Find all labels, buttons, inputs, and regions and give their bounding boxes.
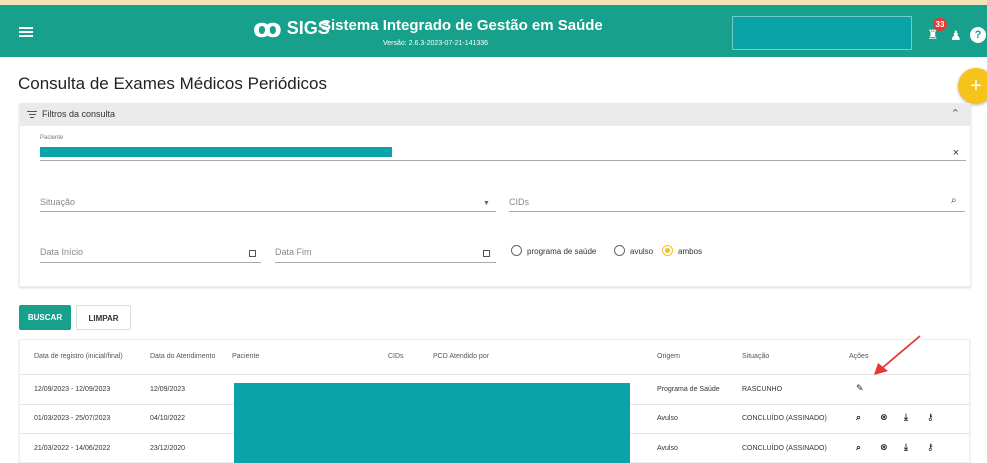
key-icon[interactable]: ⚷ bbox=[927, 412, 934, 423]
cids-underline bbox=[509, 211, 965, 212]
redacted-user-info bbox=[732, 16, 912, 50]
search-icon[interactable]: ⌕ bbox=[856, 442, 861, 453]
radio-avulso[interactable] bbox=[614, 245, 625, 256]
patient-underline bbox=[40, 160, 966, 161]
radio-label-ambos: ambos bbox=[678, 247, 703, 256]
table-header-cids: CIDs bbox=[388, 353, 404, 360]
filters-title: Filtros da consulta bbox=[42, 109, 116, 119]
page-title: Consulta de Exames Médicos Periódicos bbox=[18, 74, 327, 93]
table-cell: 12/09/2023 - 12/09/2023 bbox=[34, 386, 111, 393]
search-icon[interactable]: ⌕ bbox=[951, 195, 957, 206]
add-button[interactable]: + bbox=[958, 68, 987, 104]
cancel-icon[interactable]: ⊗ bbox=[880, 442, 888, 453]
calendar-icon[interactable] bbox=[249, 250, 256, 257]
red-arrow-annotation bbox=[874, 335, 921, 375]
radio-ambos[interactable] bbox=[662, 245, 673, 256]
table-cell: 23/12/2020 bbox=[150, 445, 186, 452]
start-date-input[interactable]: Data Início bbox=[40, 247, 83, 257]
clear-button[interactable]: LIMPAR bbox=[76, 305, 131, 330]
table-cell: 12/09/2023 bbox=[150, 386, 186, 393]
key-icon[interactable]: ⚷ bbox=[927, 442, 934, 453]
annotation-arrow-line bbox=[880, 335, 921, 370]
menu-icon[interactable] bbox=[19, 27, 33, 37]
search-icon[interactable]: ⌕ bbox=[856, 412, 861, 423]
notification-badge: 33 bbox=[933, 18, 947, 31]
patient-label: Paciente bbox=[40, 135, 64, 141]
situation-select[interactable]: Situação bbox=[40, 197, 75, 207]
end-date-underline bbox=[275, 262, 496, 263]
table-header-divider bbox=[20, 374, 971, 375]
radio-program-health[interactable] bbox=[511, 245, 522, 256]
table-header-patient: Paciente bbox=[232, 353, 260, 360]
logo-mark: ꝏ bbox=[253, 13, 282, 43]
table-header-service-date: Data do Atendimento bbox=[150, 353, 216, 360]
cancel-icon[interactable]: ⊗ bbox=[880, 412, 888, 423]
table-header-origin: Origem bbox=[657, 353, 680, 360]
redacted-patient-data bbox=[234, 383, 630, 463]
user-icon[interactable]: ♟ bbox=[950, 28, 962, 44]
help-icon[interactable]: ? bbox=[970, 27, 986, 43]
end-date-input[interactable]: Data Fim bbox=[275, 247, 312, 257]
top-navigation: ꝏ SIGS Sistema Integrado de Gestão em Sa… bbox=[0, 0, 987, 57]
download-icon[interactable]: ⤓ bbox=[904, 442, 908, 453]
system-title: Sistema Integrado de Gestão em Saúde bbox=[321, 17, 603, 34]
table-cell: CONCLUÍDO (ASSINADO) bbox=[742, 415, 827, 422]
radio-label-program-health: programa de saúde bbox=[527, 247, 597, 256]
table-cell: 01/03/2023 - 25/07/2023 bbox=[34, 415, 111, 422]
radio-label-avulso: avulso bbox=[630, 247, 654, 256]
download-icon[interactable]: ⤓ bbox=[904, 412, 908, 423]
sigs-logo[interactable]: ꝏ SIGS bbox=[253, 15, 330, 41]
clear-icon[interactable]: × bbox=[953, 147, 959, 159]
filters-panel: Filtros da consulta ⌃ Paciente × Situaçã… bbox=[19, 103, 971, 287]
table-header-registration: Data de registro (inicial/final) bbox=[34, 353, 123, 360]
edit-icon[interactable]: ✎ bbox=[856, 383, 864, 394]
table-header-pcd-attended: PCD Atendido por bbox=[433, 353, 490, 360]
table-cell: Programa de Saúde bbox=[657, 386, 720, 393]
table-cell: 21/03/2022 - 14/06/2022 bbox=[34, 445, 111, 452]
table-cell: 04/10/2022 bbox=[150, 415, 186, 422]
cids-input[interactable]: CIDs bbox=[509, 197, 529, 207]
filter-icon bbox=[27, 111, 37, 120]
table-header-status: Situação bbox=[742, 353, 770, 360]
table-cell: CONCLUÍDO (ASSINADO) bbox=[742, 445, 827, 452]
calendar-icon[interactable] bbox=[483, 250, 490, 257]
situation-underline bbox=[40, 211, 496, 212]
patient-input[interactable] bbox=[40, 147, 392, 157]
search-button[interactable]: BUSCAR bbox=[19, 305, 71, 330]
filters-header[interactable]: Filtros da consulta ⌃ bbox=[20, 104, 970, 126]
start-date-underline bbox=[40, 262, 261, 263]
table-cell: Avulso bbox=[657, 415, 678, 422]
chevron-up-icon[interactable]: ⌃ bbox=[951, 107, 960, 120]
system-version: Versão: 2.6.3-2023-07-21-141336 bbox=[383, 40, 489, 47]
table-cell: Avulso bbox=[657, 445, 678, 452]
results-table: Data de registro (inicial/final) Data do… bbox=[19, 339, 971, 463]
table-cell: RASCUNHO bbox=[742, 386, 783, 393]
chevron-down-icon[interactable]: ▼ bbox=[483, 200, 490, 207]
